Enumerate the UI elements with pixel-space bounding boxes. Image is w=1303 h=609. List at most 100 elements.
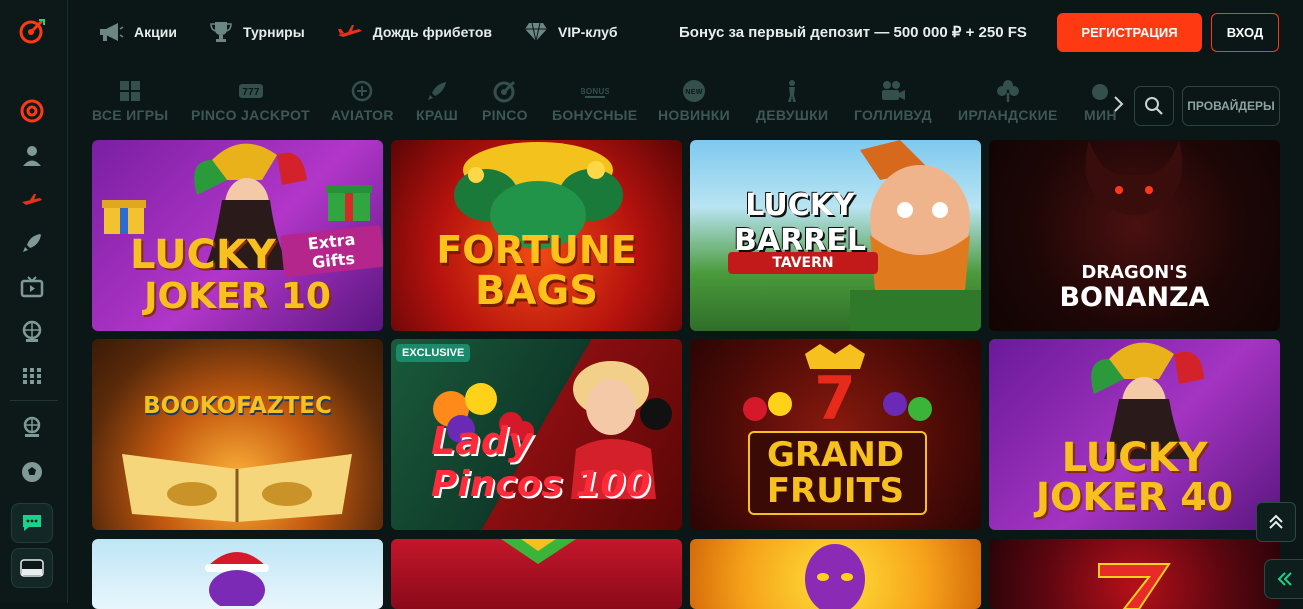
double-chevron-left-icon: [1277, 572, 1292, 586]
book-image: [122, 454, 352, 522]
dragon-image: [1085, 140, 1183, 215]
game-tile[interactable]: [690, 539, 981, 609]
category-label: ВСЕ ИГРЫ: [92, 107, 169, 123]
gift-box-image: [326, 185, 372, 221]
pinco-logo[interactable]: [19, 18, 45, 44]
double-chevron-up-icon: [1269, 514, 1283, 529]
category-hollywood[interactable]: ГОЛЛИВУД: [854, 78, 932, 123]
nav-label: Акции: [134, 24, 177, 40]
category-all-games[interactable]: ВСЕ ИГРЫ: [92, 78, 168, 123]
bingo-icon[interactable]: [19, 362, 45, 388]
search-icon: [1145, 97, 1163, 115]
category-girls[interactable]: ДЕВУШКИ: [756, 78, 828, 123]
login-button[interactable]: ВХОД: [1211, 13, 1279, 52]
nav-tournaments[interactable]: Турниры: [209, 21, 305, 43]
category-label: ИРЛАНДСКИЕ: [958, 107, 1058, 123]
seven-symbol-image: [1098, 563, 1171, 609]
jackpot-icon: 777: [238, 78, 264, 104]
theme-toggle-button[interactable]: [11, 548, 53, 588]
category-pinco-jackpot[interactable]: 777 PINCO JACKPOT: [191, 78, 310, 123]
svg-text:NEW: NEW: [685, 89, 702, 96]
game-title: JOKER 40: [1035, 475, 1234, 519]
rocket-icon: [426, 78, 448, 104]
game-title: Pincos 100: [431, 464, 651, 505]
diamond-icon: [525, 22, 547, 42]
lifebuoy-icon[interactable]: [19, 98, 45, 124]
mine-icon: [1089, 78, 1111, 104]
camera-icon: [880, 78, 906, 104]
nav-promotions[interactable]: Акции: [98, 22, 177, 42]
category-label: ДЕВУШКИ: [756, 107, 829, 123]
clover-icon: [996, 78, 1019, 104]
plane-icon: [337, 25, 362, 37]
game-title: BAGS: [474, 268, 599, 314]
aviator-icon: [351, 78, 373, 104]
category-irish[interactable]: ИРЛАНДСКИЕ: [958, 78, 1058, 123]
aviator-plane-icon[interactable]: [19, 187, 45, 213]
game-tile-fortune-bags[interactable]: FORTUNE BAGS: [391, 140, 682, 331]
scroll-to-top-button[interactable]: [1256, 502, 1296, 542]
game-title: BONANZA: [1059, 282, 1210, 313]
game-title: FRUITS: [766, 471, 905, 511]
game-tile[interactable]: [92, 539, 383, 609]
exclusive-badge: EXCLUSIVE: [396, 344, 471, 362]
svg-text:7: 7: [814, 364, 856, 434]
game-title: Lady: [431, 419, 533, 463]
megaphone-icon: [100, 23, 124, 41]
fruit-logo-image: [501, 539, 576, 564]
live-dealer-icon[interactable]: [19, 142, 45, 168]
category-new[interactable]: NEW НОВИНКИ: [658, 78, 730, 123]
category-aviator[interactable]: AVIATOR: [331, 78, 394, 123]
category-label: КРАШ: [416, 107, 459, 123]
game-tile[interactable]: [989, 539, 1280, 609]
category-bonus[interactable]: BONUS БОНУСНЫЕ: [552, 78, 637, 123]
game-tile[interactable]: [391, 539, 682, 609]
game-tile-grand-fruits[interactable]: 7 GRAND FRUITS: [690, 339, 981, 530]
rocket-icon[interactable]: [19, 230, 45, 256]
providers-button[interactable]: ПРОВАЙДЕРЫ: [1182, 86, 1280, 126]
category-label: PINCO: [482, 107, 528, 123]
football-icon[interactable]: [19, 459, 45, 485]
girl-icon: [783, 78, 801, 104]
game-tile-lucky-joker-10[interactable]: LUCKY Extra Gifts JOKER 10: [92, 140, 383, 331]
game-tile-lucky-joker-40[interactable]: LUCKY JOKER 40: [989, 339, 1280, 530]
category-label: AVIATOR: [331, 107, 394, 123]
basketball-hoop-icon[interactable]: [19, 414, 45, 440]
category-label: БОНУСНЫЕ: [552, 107, 638, 123]
svg-text:777: 777: [242, 87, 260, 98]
grid-icon: [119, 78, 141, 104]
category-label: НОВИНКИ: [658, 107, 730, 123]
chevron-right-icon[interactable]: [1110, 94, 1126, 114]
top-bar: Акции Турниры Дождь фрибетов VIP-клуб Бо…: [68, 0, 1303, 64]
first-deposit-bonus-text: Бонус за первый депозит — 500 000 ₽ + 25…: [679, 24, 1027, 41]
collapse-panel-button[interactable]: [1264, 559, 1303, 599]
game-title: FORTUNE: [436, 228, 637, 272]
sidebar-divider: [10, 400, 58, 401]
new-icon: NEW: [682, 78, 706, 104]
game-tile-book-of-aztec[interactable]: BOOKOFAZTEC: [92, 339, 383, 530]
category-crash[interactable]: КРАШ: [416, 78, 458, 123]
game-title: JOKER 10: [144, 276, 331, 317]
nav-label: VIP-клуб: [558, 24, 618, 40]
game-tile-dragons-bonanza[interactable]: DRAGON'S BONANZA: [989, 140, 1280, 331]
wheel-icon[interactable]: [19, 318, 45, 344]
category-label: ГОЛЛИВУД: [854, 107, 932, 123]
nav-freebet-rain[interactable]: Дождь фрибетов: [337, 23, 492, 41]
chat-button[interactable]: [11, 503, 53, 543]
tv-icon[interactable]: [19, 274, 45, 300]
game-subtitle: TAVERN: [728, 252, 878, 274]
game-tile-lucky-barrel-tavern[interactable]: LUCKY BARREL TAVERN: [690, 140, 981, 331]
register-button[interactable]: РЕГИСТРАЦИЯ: [1057, 13, 1202, 52]
game-tile-lady-pincos-100[interactable]: EXCLUSIVE Lady Pincos 100: [391, 339, 682, 530]
search-button[interactable]: [1134, 86, 1174, 126]
gift-box-image: [102, 200, 146, 234]
pinco-icon: [493, 78, 517, 104]
game-title: BOOKOFAZTEC: [143, 393, 332, 419]
game-title: GRAND: [766, 435, 905, 475]
mummy-character-image: [805, 544, 865, 609]
nav-label: Дождь фрибетов: [372, 24, 492, 40]
category-pinco[interactable]: PINCO: [482, 78, 528, 123]
santa-character-image: [205, 552, 269, 606]
game-title: DRAGON'S: [1081, 262, 1188, 283]
nav-vip-club[interactable]: VIP-клуб: [524, 22, 618, 42]
